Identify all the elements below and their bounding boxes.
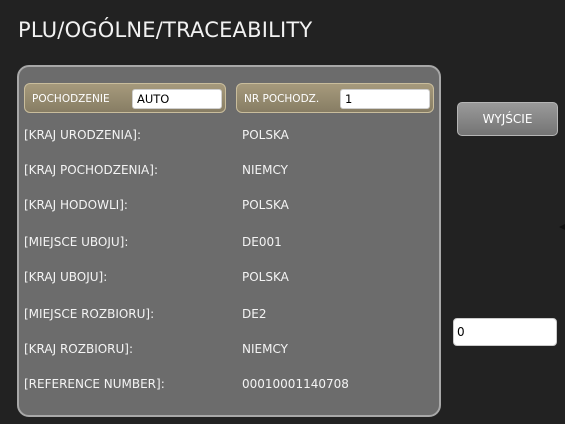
breeding-country-value[interactable]: POLSKA — [242, 198, 289, 212]
breeding-country-label: [KRAJ HODOWLI]: — [24, 198, 128, 212]
slaughter-country-label: [KRAJ UBOJU]: — [24, 270, 108, 284]
reference-number-label: [REFERENCE NUMBER]: — [24, 377, 165, 391]
cutting-country-value[interactable]: NIEMCY — [242, 342, 288, 356]
origin-country-value[interactable]: NIEMCY — [242, 163, 288, 177]
origin-number-field[interactable]: NR POCHODZ. — [236, 83, 434, 113]
triangle-left-icon — [559, 224, 565, 230]
slaughter-place-value[interactable]: DE001 — [242, 235, 282, 249]
cutting-country-label: [KRAJ ROZBIORU]: — [24, 342, 134, 356]
cutting-place-label: [MIEJSCE ROZBIORU]: — [24, 307, 155, 321]
reference-number-value[interactable]: 00010001140708 — [242, 377, 349, 391]
traceability-panel: POCHODZENIE NR POCHODZ. [KRAJ URODZENIA]… — [17, 65, 441, 417]
birth-country-value[interactable]: POLSKA — [242, 128, 289, 142]
origin-number-input[interactable] — [340, 89, 430, 109]
exit-button[interactable]: WYJŚCIE — [457, 102, 558, 136]
page-title: PLU/OGÓLNE/TRACEABILITY — [18, 18, 313, 42]
origin-label: POCHODZENIE — [32, 93, 110, 105]
cutting-place-value[interactable]: DE2 — [242, 307, 266, 321]
birth-country-label: [KRAJ URODZENIA]: — [24, 128, 142, 142]
origin-number-label: NR POCHODZ. — [244, 93, 320, 105]
origin-input[interactable] — [132, 89, 222, 109]
origin-country-label: [KRAJ POCHODZENIA]: — [24, 163, 158, 177]
slaughter-country-value[interactable]: POLSKA — [242, 270, 289, 284]
slaughter-place-label: [MIEJSCE UBOJU]: — [24, 235, 129, 249]
numeric-input[interactable] — [453, 318, 557, 346]
origin-field[interactable]: POCHODZENIE — [24, 83, 226, 113]
